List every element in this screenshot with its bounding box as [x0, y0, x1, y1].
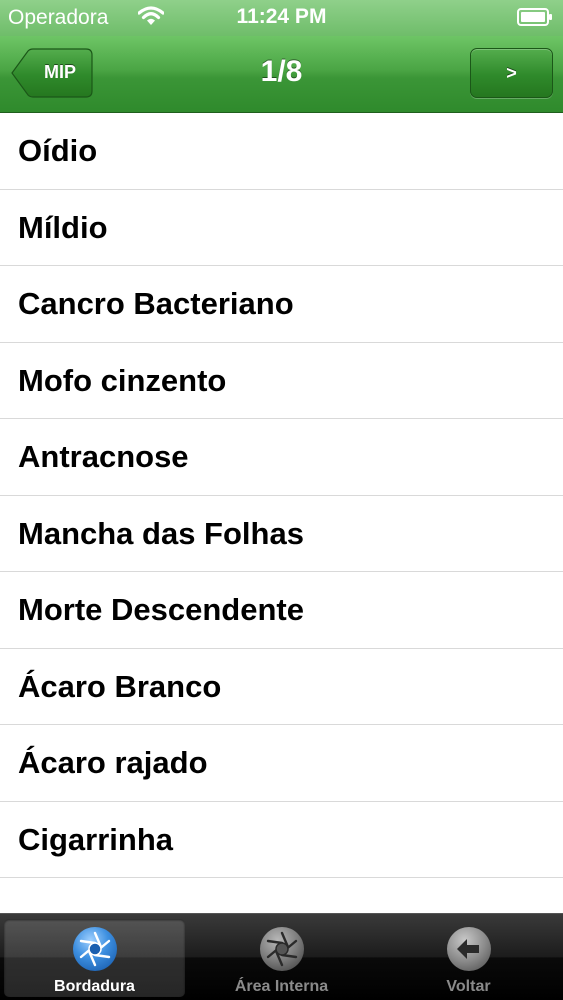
battery-icon [517, 8, 552, 26]
list-item[interactable]: Mofo cinzento [0, 343, 563, 419]
aperture-icon [73, 927, 117, 971]
list-item-label: Míldio [18, 209, 108, 245]
list-item[interactable]: Antracnose [0, 419, 563, 496]
tab-bordadura[interactable]: Bordadura [4, 919, 185, 997]
list-item-label: Morte Descendente [18, 592, 304, 627]
list-item-label: Cigarrinha [18, 821, 174, 857]
next-button[interactable]: > [470, 48, 553, 98]
back-arrow-icon [447, 927, 491, 971]
list-item-label: Ácaro rajado [18, 745, 208, 780]
list-item[interactable]: Ácaro Branco [0, 649, 563, 725]
tab-label: Voltar [446, 978, 491, 995]
list-item-label: Ácaro Branco [18, 668, 222, 704]
tab-voltar[interactable]: Voltar [378, 919, 559, 997]
tab-label: Área Interna [234, 978, 329, 995]
list-item[interactable]: Mancha das Folhas [0, 496, 563, 572]
list-item-label: Mofo cinzento [18, 362, 227, 398]
status-time: 11:24 PM [236, 5, 327, 28]
list-item[interactable]: Cigarrinha [0, 802, 563, 878]
tab-bar: Bordadura Área Interna Voltar [0, 913, 563, 1000]
list-item[interactable]: Morte Descendente [0, 572, 563, 649]
navigation-bar: MIP 1/8 > [0, 36, 563, 113]
tab-area-interna[interactable]: Área Interna [191, 919, 372, 997]
list-item[interactable]: Cancro Bacteriano [0, 266, 563, 343]
list-item[interactable]: Míldio [0, 190, 563, 266]
list-item-label: Cancro Bacteriano [18, 286, 294, 321]
disease-list: Oídio Míldio Cancro Bacteriano Mofo cinz… [0, 113, 563, 913]
list-item[interactable]: Ácaro rajado [0, 725, 563, 802]
list-item-label: Oídio [18, 133, 98, 168]
list-item-label: Mancha das Folhas [18, 515, 304, 551]
status-bar: Operadora 11:24 PM [0, 0, 563, 36]
tab-label: Bordadura [54, 978, 135, 995]
screen: Operadora 11:24 PM MIP 1/8 > Oídio Míldi… [0, 0, 563, 1000]
list-item[interactable]: Oídio [0, 113, 563, 190]
aperture-icon [260, 927, 304, 971]
list-item-label: Antracnose [18, 439, 189, 474]
